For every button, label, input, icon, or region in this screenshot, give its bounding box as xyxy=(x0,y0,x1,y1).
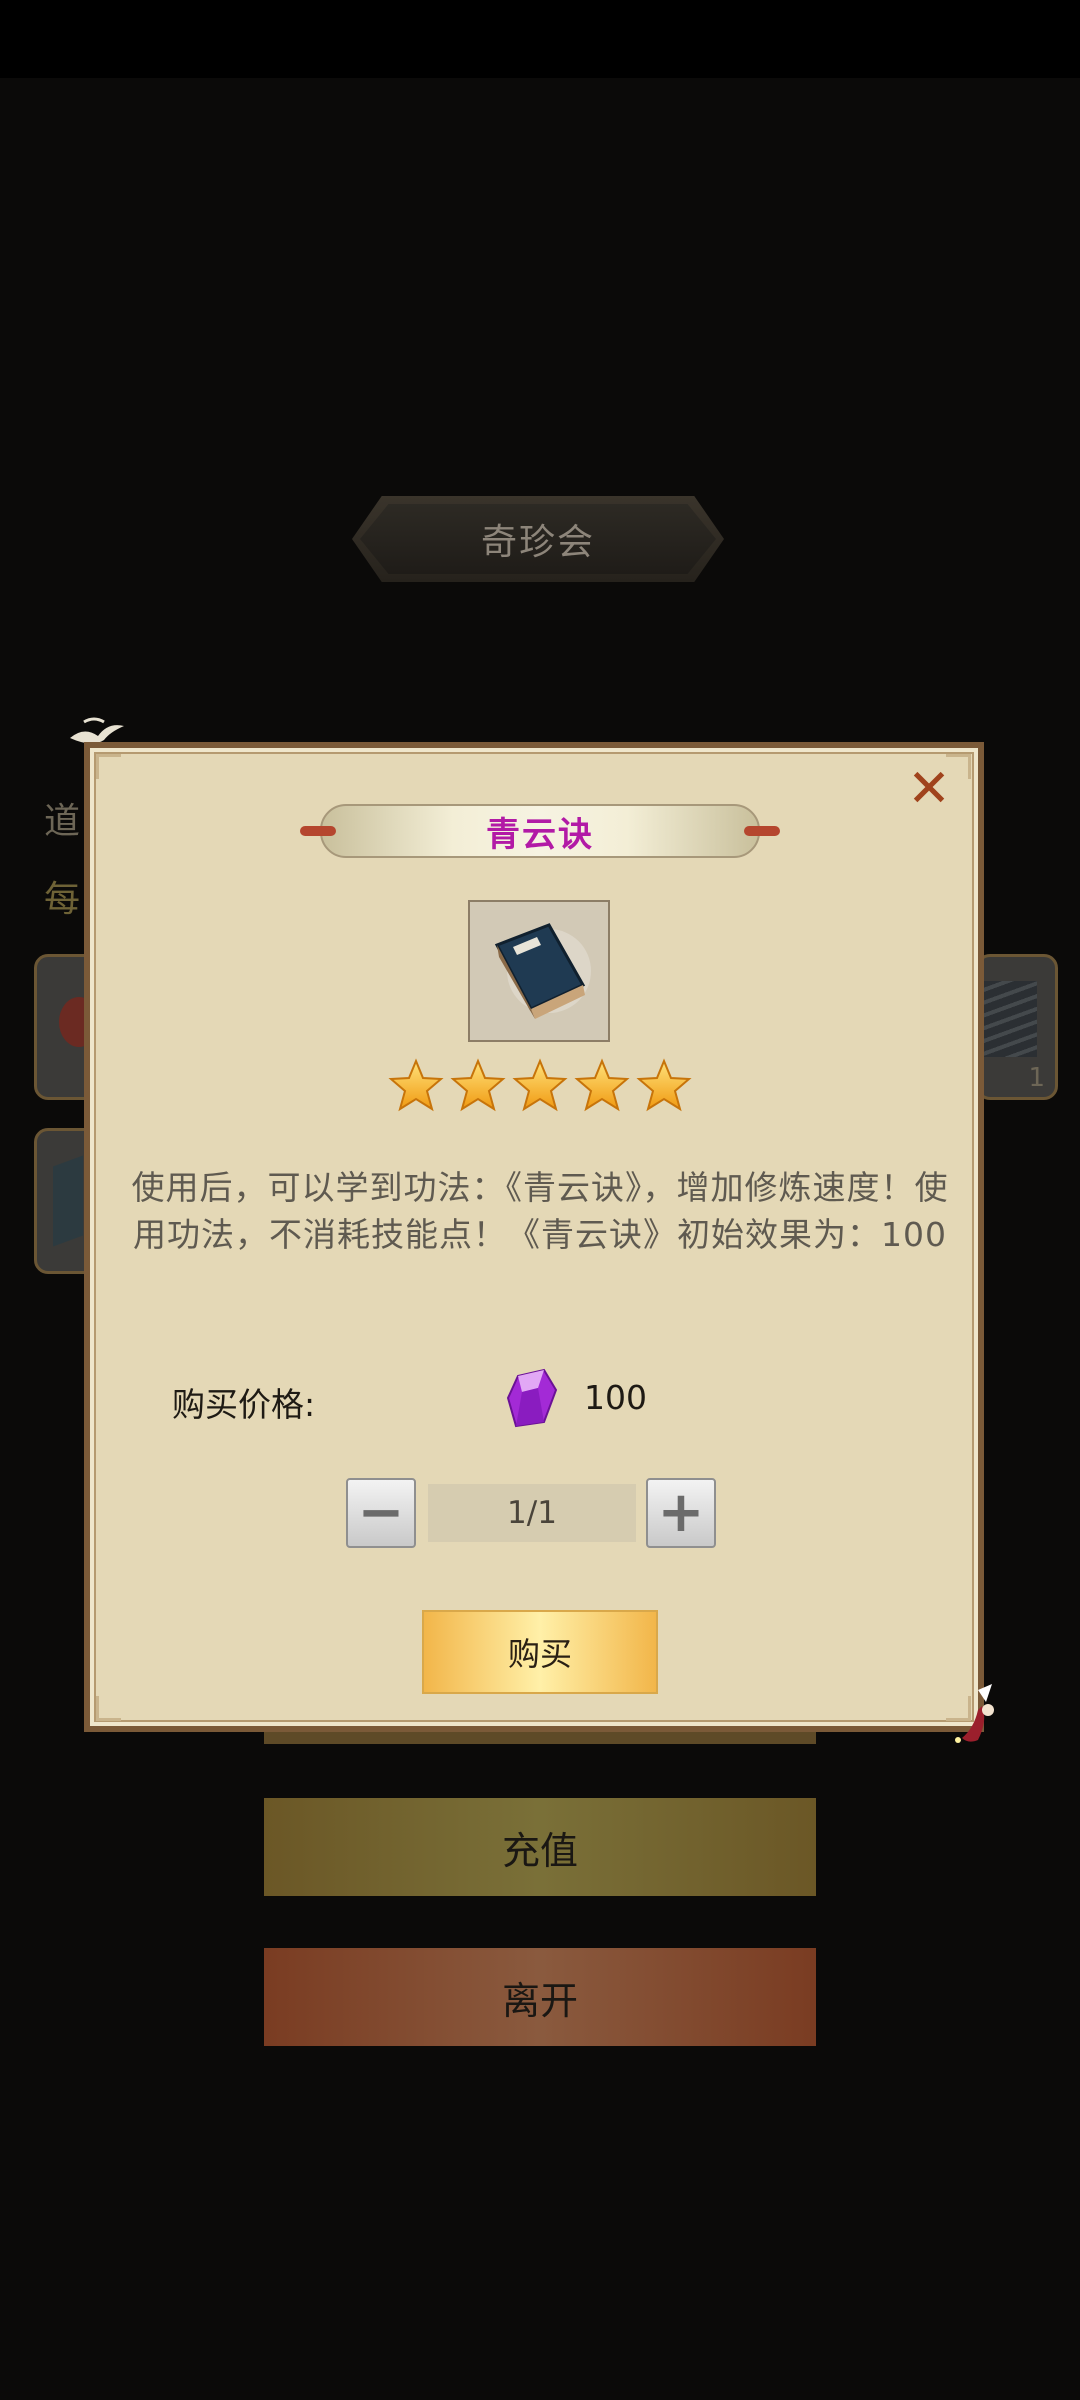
shop-title-plate: 奇珍会 xyxy=(352,496,724,582)
close-button[interactable]: ✕ xyxy=(904,759,954,819)
star-icon xyxy=(450,1058,506,1112)
bg-label-1: 道 xyxy=(44,801,81,842)
increase-quantity-button[interactable]: + xyxy=(646,1478,716,1548)
buy-button[interactable]: 购买 xyxy=(422,1610,658,1694)
star-icon xyxy=(388,1058,444,1112)
minus-icon: − xyxy=(357,1480,405,1545)
modal-corner xyxy=(96,1696,121,1721)
buy-label: 购买 xyxy=(507,1635,572,1673)
star-icon xyxy=(636,1058,692,1112)
close-icon: ✕ xyxy=(907,759,951,819)
purple-gem-icon xyxy=(506,1368,558,1428)
star-icon xyxy=(512,1058,568,1112)
price-value: 100 xyxy=(584,1378,647,1417)
quantity-display: 1/1 xyxy=(428,1484,636,1542)
status-bar xyxy=(0,0,1080,78)
price-label: 购买价格: xyxy=(172,1385,316,1424)
bg-item-slot[interactable]: 1 xyxy=(976,954,1058,1100)
fairy-decoration-icon xyxy=(955,1684,994,1743)
bg-hidden-button xyxy=(264,1730,816,1744)
item-description: 使用后，可以学到功法：《青云诀》，增加修炼速度！使用功法，不消耗技能点！《青云诀… xyxy=(131,1168,949,1254)
item-icon-frame xyxy=(468,900,610,1042)
item-name-ribbon: 青云诀 xyxy=(300,800,780,862)
leave-button[interactable]: 离开 xyxy=(264,1948,816,2046)
star-rating xyxy=(388,1058,692,1114)
decrease-quantity-button[interactable]: − xyxy=(346,1478,416,1548)
item-name: 青云诀 xyxy=(486,814,594,855)
bg-slot-count: 1 xyxy=(1028,1063,1045,1093)
leave-label: 离开 xyxy=(501,1978,578,2023)
plus-icon: + xyxy=(657,1480,705,1545)
recharge-button[interactable]: 充值 xyxy=(264,1798,816,1896)
recharge-label: 充值 xyxy=(501,1828,578,1873)
shop-title: 奇珍会 xyxy=(480,522,595,563)
book-icon xyxy=(494,923,591,1019)
modal-corner xyxy=(96,754,121,779)
bg-label-2: 每 xyxy=(44,879,81,920)
star-icon xyxy=(574,1058,630,1112)
